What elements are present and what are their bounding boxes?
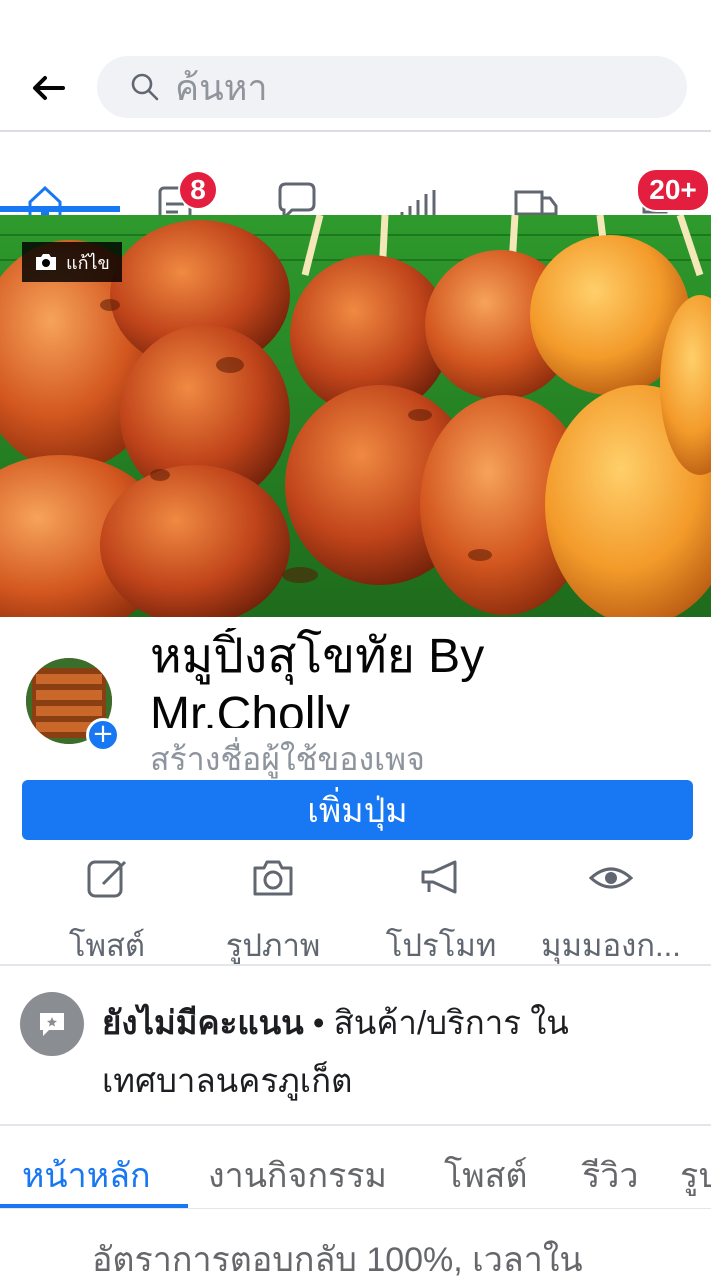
eye-icon	[588, 867, 634, 889]
page-title-line2: Mr.Cholly	[150, 688, 351, 728]
back-button[interactable]	[22, 62, 74, 114]
tab-insights[interactable]	[394, 180, 444, 216]
insights-icon	[400, 190, 436, 216]
search-input[interactable]: ค้นหา	[97, 56, 687, 118]
messages-badge: 8	[178, 170, 218, 210]
photo-action-label: รูปภาพ	[225, 928, 321, 963]
add-button[interactable]: เพิ่มปุ่ม	[22, 780, 693, 840]
chat-icon	[278, 182, 316, 216]
category-text[interactable]: สินค้า/บริการ ใน	[334, 1004, 569, 1041]
create-username-link[interactable]: สร้างชื่อผู้ใช้ของเพจ	[150, 734, 425, 785]
edit-cover-button[interactable]: แก้ไข	[22, 242, 122, 282]
megaphone-icon	[421, 860, 457, 894]
location-text[interactable]: เทศบาลนครภูเก็ต	[102, 1062, 352, 1099]
page-tabs: หน้าหลัก งานกิจกรรม โพสต์ รีวิว รูป	[0, 1126, 711, 1210]
view-as-action[interactable]: มุมมองก...	[526, 850, 696, 963]
page-info: ยังไม่มีคะแนน • สินค้า/บริการ ใน เทศบาลน…	[102, 994, 692, 1110]
tab-home[interactable]: หน้าหลัก	[22, 1148, 151, 1202]
tab-posts[interactable]: โพสต์	[444, 1148, 528, 1202]
active-tab-indicator	[0, 206, 120, 212]
divider	[0, 964, 711, 966]
rating-icon	[20, 992, 84, 1056]
page-title: หมูปิ้งสุโขทัย By Mr.Cholly	[150, 628, 690, 728]
add-profile-photo-button[interactable]: +	[86, 718, 120, 752]
view-as-action-label: มุมมองก...	[541, 928, 681, 963]
page-title-line1: หมูปิ้งสุโขทัย By	[150, 630, 485, 683]
divider	[0, 1208, 711, 1209]
post-action[interactable]: โพสต์	[22, 850, 192, 963]
page-icon-tabs: 8 20+	[0, 132, 711, 216]
action-row: โพสต์ รูปภาพ โปรโมท มุมมองก...	[0, 850, 711, 963]
camera-icon	[253, 860, 293, 896]
review-bubble-icon	[40, 1013, 64, 1036]
back-arrow-icon	[33, 76, 65, 100]
tab-orders[interactable]	[510, 180, 560, 216]
tab-chat[interactable]	[272, 180, 322, 216]
rating-text: ยังไม่มีคะแนน	[102, 1004, 304, 1041]
tab-reviews[interactable]: รีวิว	[582, 1148, 638, 1202]
search-icon	[131, 73, 159, 101]
photo-action[interactable]: รูปภาพ	[188, 850, 358, 963]
promote-action-label: โปรโมท	[385, 928, 497, 963]
camera-icon	[36, 254, 56, 270]
edit-post-icon	[87, 860, 127, 898]
post-action-label: โพสต์	[68, 928, 146, 963]
response-rate-text: อัตราการตอบกลับ 100%, เวลาใน	[92, 1241, 583, 1279]
info-separator: •	[303, 1004, 334, 1041]
tab-photos[interactable]: รูป	[680, 1148, 711, 1202]
tab-events[interactable]: งานกิจกรรม	[208, 1148, 387, 1202]
search-placeholder: ค้นหา	[175, 66, 268, 108]
notifications-badge: 20+	[636, 168, 710, 212]
promote-action[interactable]: โปรโมท	[356, 850, 526, 963]
top-bar: ค้นหา	[0, 0, 711, 132]
edit-cover-label: แก้ไข	[66, 252, 110, 273]
delivery-truck-icon	[514, 190, 558, 216]
